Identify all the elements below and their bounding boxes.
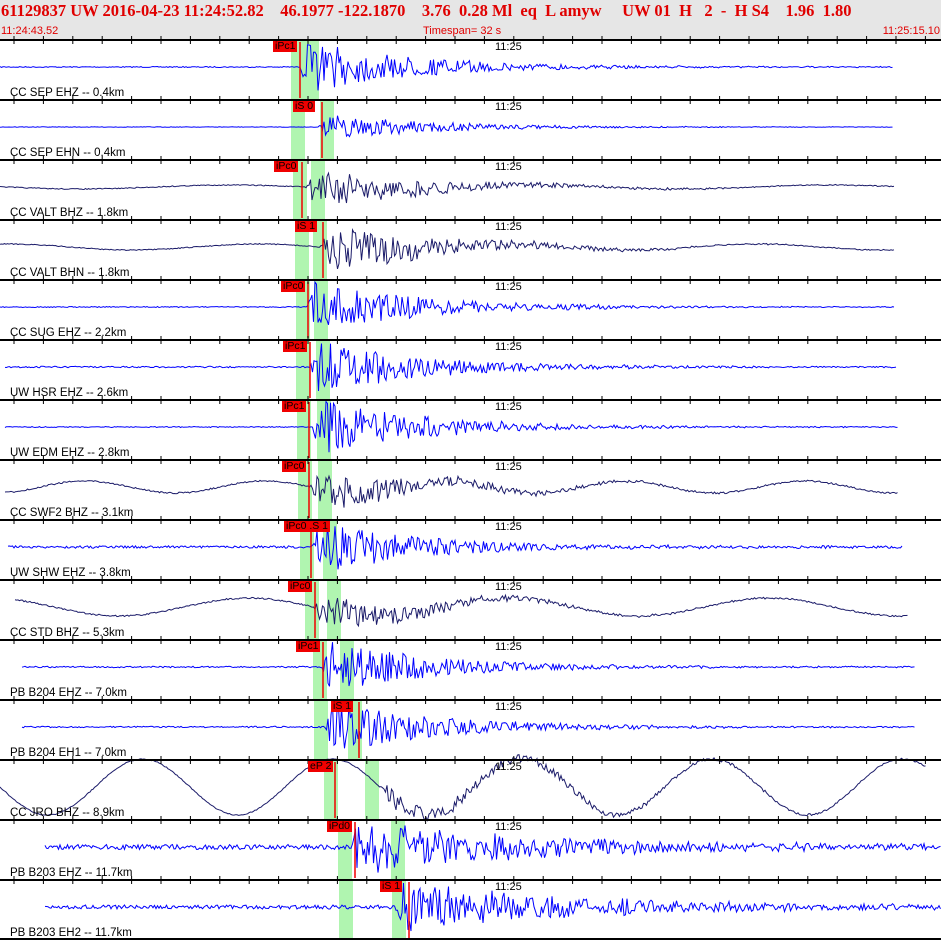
station-label: UW SHW EHZ -- 3.8km [10, 567, 131, 579]
waveform-trace [0, 44, 893, 91]
minute-label: 11:25 [495, 101, 522, 113]
phase-pick-label[interactable]: iPc0 [274, 161, 299, 172]
minute-label: 11:25 [495, 581, 522, 593]
s-window [391, 820, 405, 880]
waveform-trace [7, 523, 903, 570]
phase-pick-label[interactable]: iS 1 [380, 881, 403, 892]
station-label: PB B203 EH2 -- 11.7km [10, 927, 132, 939]
station-label: CC JRO BHZ -- 8.9km [10, 807, 125, 819]
phase-pick-label[interactable]: iPc0 [282, 461, 307, 472]
phase-pick-label[interactable]: iPc0 [288, 581, 313, 592]
station-label: CC SUG EHZ -- 2.2km [10, 327, 127, 339]
waveform-trace [4, 343, 897, 392]
minute-label: 11:25 [495, 401, 522, 413]
phase-pick-label[interactable]: iS 1 [295, 221, 318, 232]
phase-pick-label[interactable]: iPc1 [283, 341, 308, 352]
minute-label: 11:25 [495, 761, 522, 773]
phase-pick-label[interactable]: iS 1 [331, 701, 354, 712]
s-window [314, 280, 328, 340]
minute-label: 11:25 [495, 461, 522, 473]
waveform-trace [0, 753, 926, 822]
p-window [314, 700, 328, 760]
station-label: PB B204 EH1 -- 7.0km [10, 747, 127, 759]
s-window [365, 760, 379, 820]
p-window [339, 880, 353, 940]
phase-pick-label[interactable]: eP 2 [308, 761, 334, 772]
minute-label: 11:25 [495, 341, 522, 353]
station-label: CC STD BHZ -- 5.3km [10, 627, 125, 639]
minute-label: 11:25 [495, 281, 522, 293]
minute-label: 11:25 [495, 641, 522, 653]
minute-label: 11:25 [495, 701, 522, 713]
phase-pick-label[interactable]: iS 0 [293, 101, 316, 112]
phase-pick-label[interactable]: iPc1 [282, 401, 307, 412]
station-label: CC VALT BHZ -- 1.8km [10, 207, 129, 219]
waveform-trace [4, 474, 898, 508]
minute-label: 11:25 [495, 821, 522, 833]
station-label: PB B204 EHZ -- 7.0km [10, 687, 127, 699]
minute-label: 11:25 [495, 161, 522, 173]
station-label: CC VALT BHN -- 1.8km [10, 267, 130, 279]
phase-pick-label[interactable]: iPc1 [273, 41, 298, 52]
station-label: CC SWF2 BHZ -- 3.1km [10, 507, 134, 519]
waveform-trace [21, 702, 915, 749]
station-label: UW HSR EHZ -- 2.6km [10, 387, 129, 399]
waveform-trace [0, 171, 895, 204]
station-label: CC SEP EHN -- 0.4km [10, 147, 126, 159]
phase-pick-label[interactable]: iPc1 [296, 641, 321, 652]
waveform-trace [44, 882, 941, 932]
phase-pick-label[interactable]: iPc0 .S 1 [284, 521, 331, 532]
minute-label: 11:25 [495, 521, 522, 533]
waveform-trace [0, 280, 895, 325]
minute-label: 11:25 [495, 41, 522, 53]
station-label: CC SEP EHZ -- 0.4km [10, 87, 125, 99]
waveform-trace [4, 400, 898, 453]
waveform-trace [44, 825, 941, 873]
seismogram-viewer: 61129837 UW 2016-04-23 11:24:52.82 46.19… [0, 0, 941, 940]
waveform-canvas[interactable] [0, 0, 941, 940]
phase-pick-label[interactable]: iPd0 [327, 821, 353, 832]
minute-label: 11:25 [495, 221, 522, 233]
station-label: UW EDM EHZ -- 2.8km [10, 447, 130, 459]
minute-label: 11:25 [495, 881, 522, 893]
phase-pick-label[interactable]: iPc0 [281, 281, 306, 292]
waveform-trace [14, 593, 908, 628]
station-label: PB B203 EHZ -- 11.7km [10, 867, 133, 879]
waveform-trace [0, 115, 893, 138]
waveform-trace [0, 227, 895, 270]
waveform-trace [21, 642, 915, 687]
